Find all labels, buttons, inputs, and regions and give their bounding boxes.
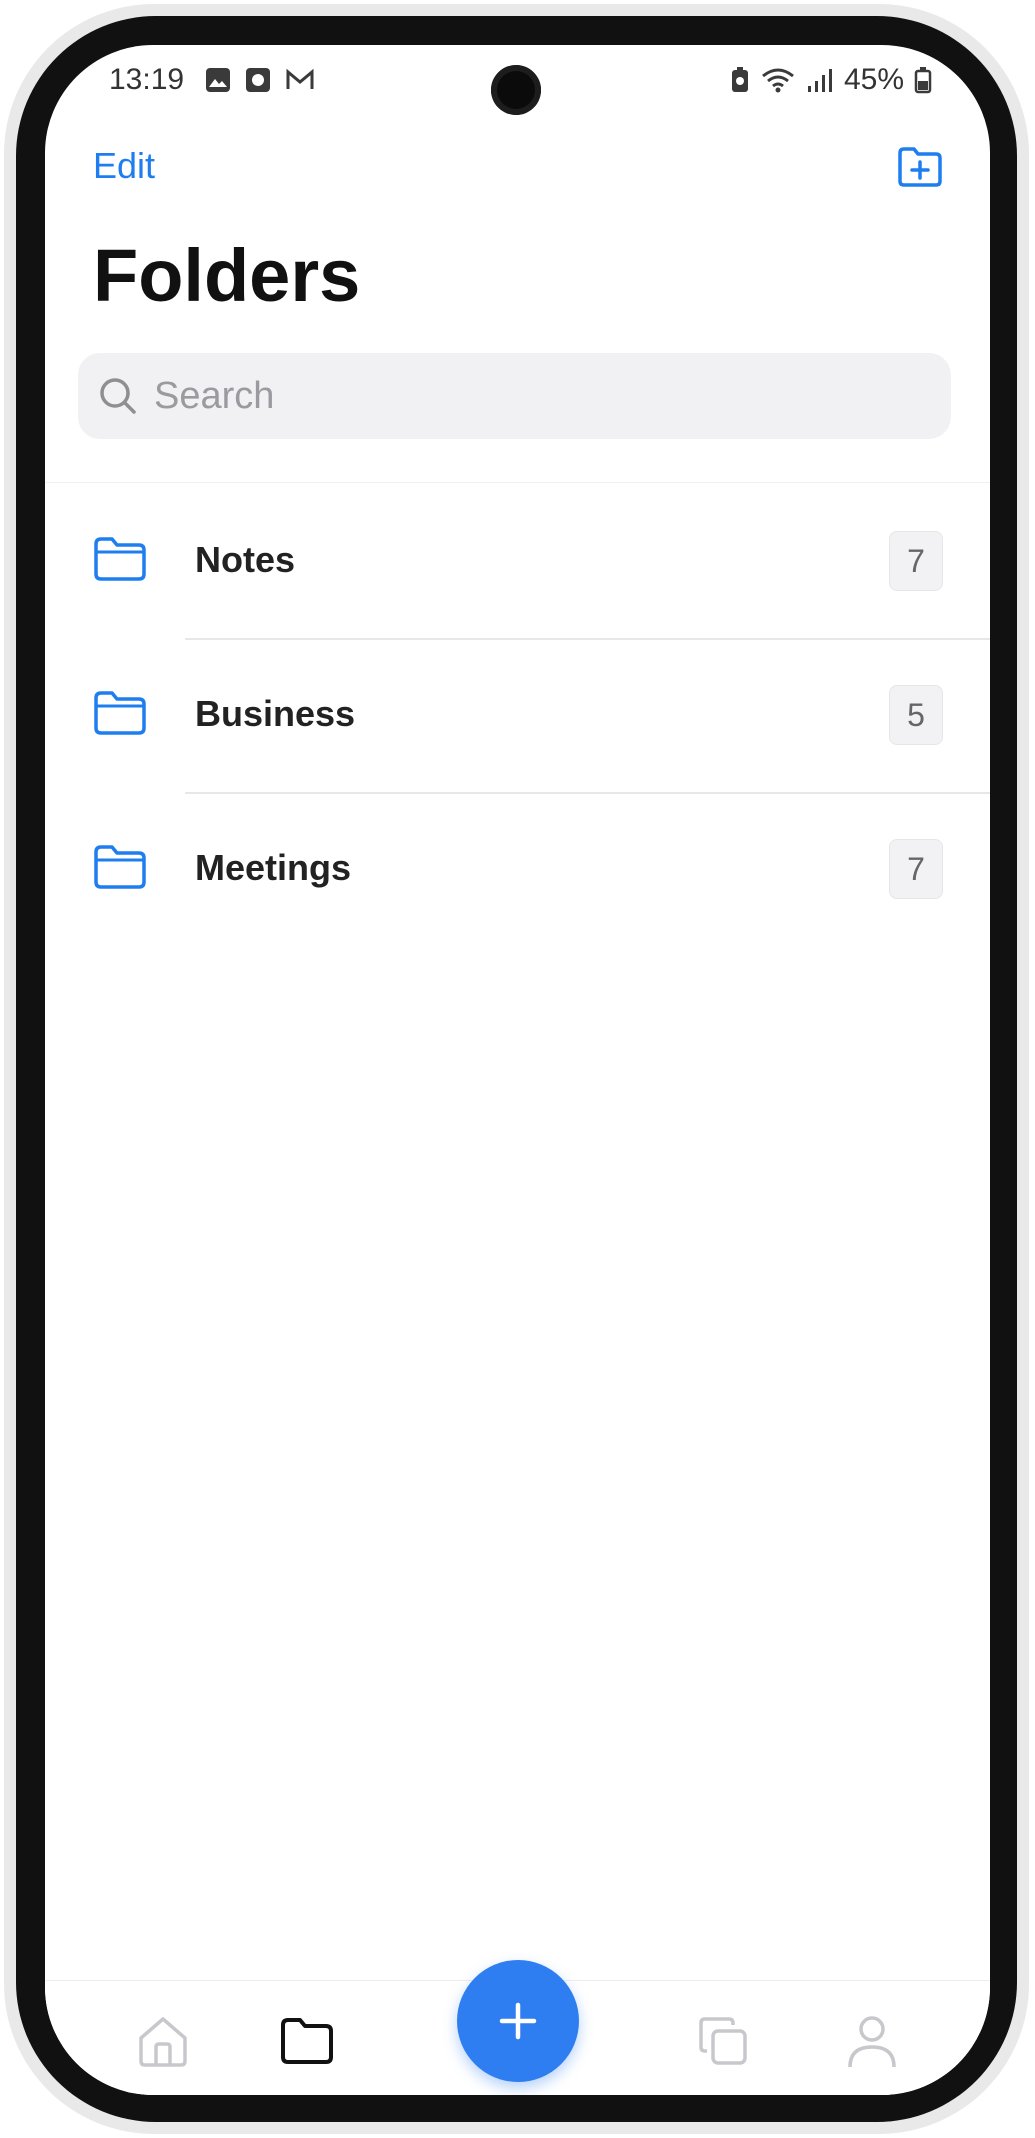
signal-icon — [807, 69, 832, 92]
copy-icon[interactable] — [693, 2011, 753, 2071]
list-top-divider — [45, 482, 990, 483]
folder-name: Notes — [195, 539, 296, 580]
edit-button[interactable]: Edit — [93, 145, 155, 187]
app-screen: 13:19 45% Edit Folders Search Notes 7 Bu… — [45, 45, 990, 2095]
status-notification-icons — [205, 67, 315, 93]
folder-tab-icon[interactable] — [277, 2011, 337, 2071]
home-icon[interactable] — [133, 2011, 193, 2071]
header-bar: Edit — [45, 135, 990, 205]
folder-count-badge: 5 — [889, 685, 943, 745]
status-time: 13:19 — [109, 63, 185, 96]
battery-percentage: 45% — [843, 63, 904, 96]
folder-plus-icon[interactable] — [894, 141, 946, 193]
folder-name: Meetings — [195, 847, 352, 888]
gmail-icon — [286, 68, 314, 89]
record-icon — [246, 68, 270, 92]
plus-icon — [499, 2002, 537, 2040]
folder-icon — [94, 691, 146, 735]
search-input[interactable] — [152, 373, 916, 419]
folder-count-badge: 7 — [889, 839, 943, 899]
folder-row-meetings[interactable]: Meetings 7 — [45, 794, 990, 948]
search-icon — [100, 378, 136, 414]
gallery-icon — [206, 68, 230, 92]
wifi-icon — [762, 68, 794, 93]
folder-icon — [94, 537, 146, 581]
folder-icon — [94, 845, 146, 889]
battery-icon — [914, 67, 932, 94]
add-note-fab[interactable] — [457, 1960, 579, 2082]
folder-name: Business — [195, 693, 356, 734]
search-bar[interactable] — [78, 353, 951, 439]
status-system-icons: 45% — [730, 63, 932, 97]
folder-row-notes[interactable]: Notes 7 — [45, 486, 990, 640]
page-title: Folders — [93, 234, 361, 317]
front-camera — [491, 65, 541, 115]
profile-icon[interactable] — [842, 2011, 902, 2071]
battery-saver-icon — [731, 67, 748, 92]
folder-row-business[interactable]: Business 5 — [45, 640, 990, 794]
folder-list: Notes 7 Business 5 Meetings 7 — [45, 486, 990, 948]
folder-count-badge: 7 — [889, 531, 943, 591]
